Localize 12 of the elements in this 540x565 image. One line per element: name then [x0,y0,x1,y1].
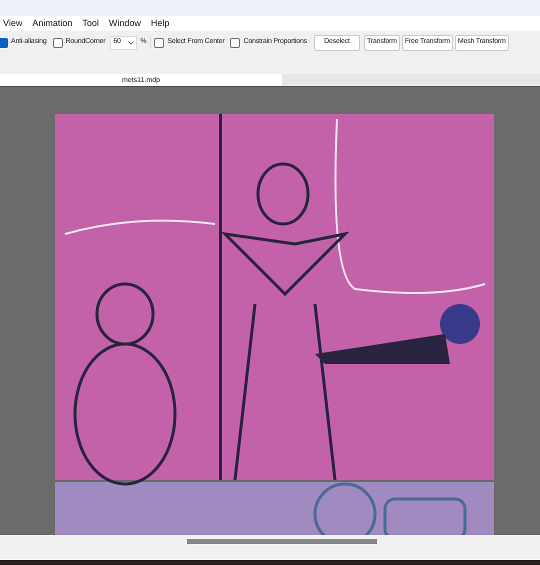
menu-item[interactable]: Animation [32,16,72,30]
menu-item[interactable]: Help [150,16,170,30]
checkbox[interactable] [52,38,63,48]
menu-item[interactable]: Tool [82,16,99,30]
menu-item[interactable]: View [3,16,22,30]
checkbox[interactable] [154,38,164,48]
chevron-icon [128,40,134,44]
checkbox[interactable] [0,38,8,48]
horizontal-scrollbar[interactable] [0,535,540,560]
checkbox[interactable] [230,38,240,48]
scrollbar-thumb[interactable] [187,539,377,544]
menu-item[interactable]: Window [108,16,141,30]
